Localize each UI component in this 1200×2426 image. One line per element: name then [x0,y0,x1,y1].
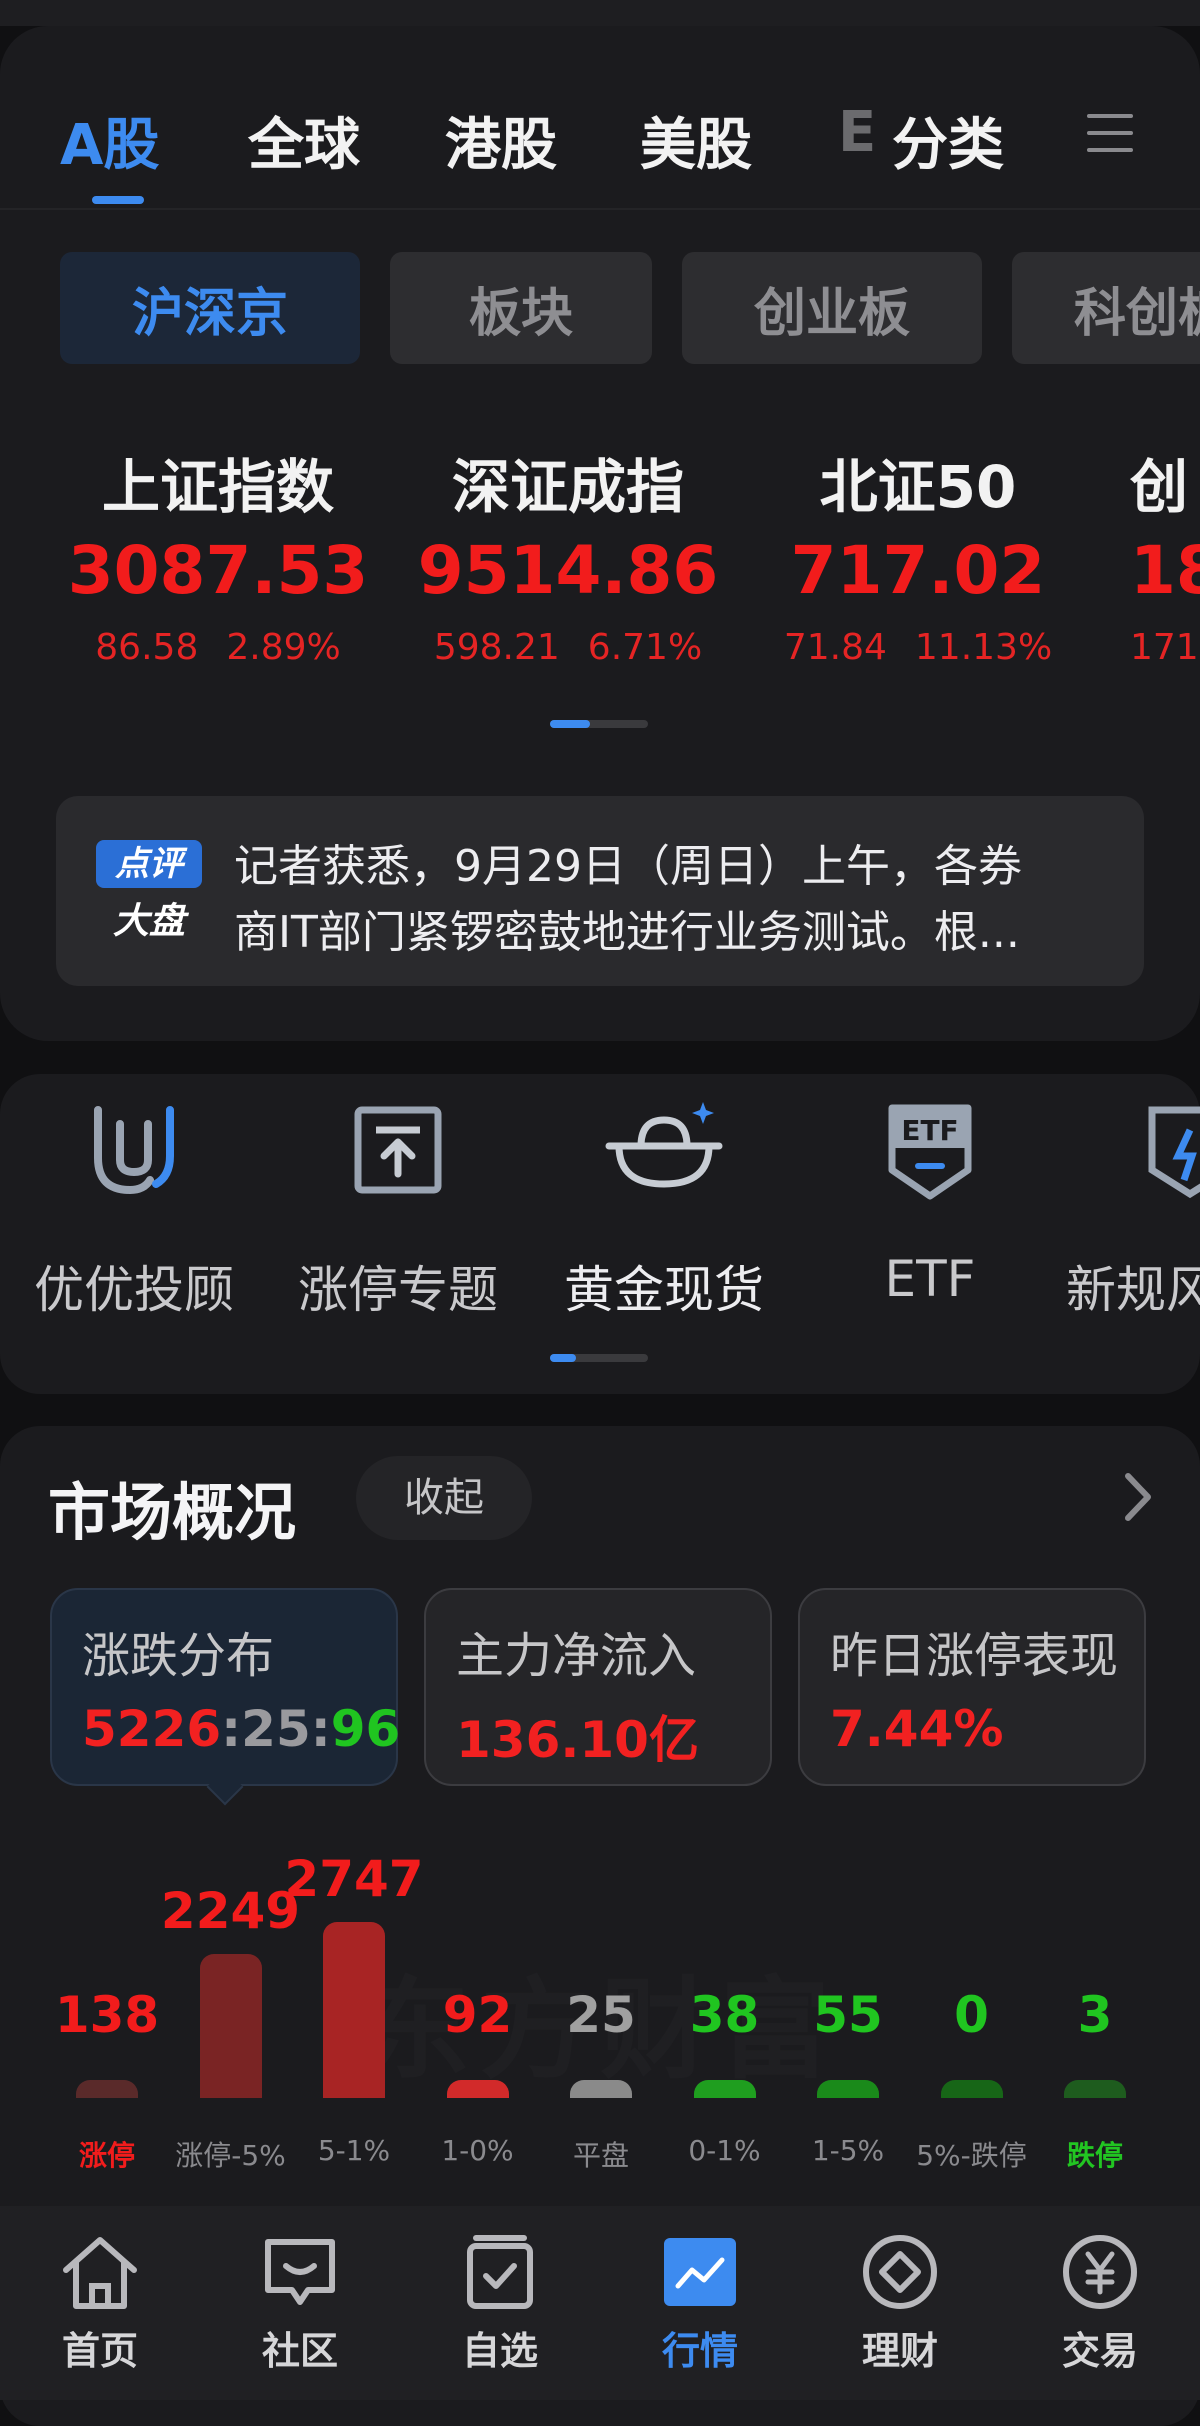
shortcut-label: 新规风 [1066,1261,1200,1319]
tab-global[interactable]: 全球 [248,100,360,181]
collapse-button[interactable]: 收起 [356,1456,532,1540]
home-icon [63,2237,137,2309]
chevron-right-icon[interactable] [1122,1472,1154,1526]
tab-us-shares[interactable]: 美股 [640,100,752,181]
index-name: 创 [1130,453,1189,521]
etf-icon: ETF [888,1104,972,1200]
watermark: 东方财富 [360,1966,840,2094]
index-value: 9514.86 [417,532,719,609]
badge-top: 点评 [96,840,202,888]
nav-market[interactable]: 行情 [600,2232,800,2375]
divider [0,208,1200,210]
market-icon [664,2238,736,2306]
limit-up-topic-icon [354,1106,442,1194]
community-icon [265,2239,335,2305]
nav-home[interactable]: 首页 [0,2232,200,2375]
index-shenzhen[interactable]: 深证成指 9514.86 598.21 6.71% [398,440,738,668]
nav-label: 自选 [461,2329,538,2373]
index-pct: 2.89% [226,627,341,668]
stat-card-title: 涨跌分布 [82,1628,275,1684]
news-line-1: 记者获悉，9月29日（周日）上午，各券 [234,841,1022,892]
tab-e[interactable]: E [838,100,874,165]
new-rules-icon [1148,1106,1200,1199]
index-name: 深证成指 [451,453,684,521]
index-change: 598.21 [433,627,560,668]
nav-label: 理财 [861,2329,938,2373]
stat-card-yesterday-limit-up[interactable]: 昨日涨停表现 7.44% [798,1588,1146,1786]
stat-card-title: 昨日涨停表现 [830,1628,1119,1684]
nav-label: 社区 [261,2329,338,2373]
svg-text:ETF: ETF [901,1114,958,1147]
shortcut-label: 优优投顾 [34,1261,234,1319]
shortcut-new-rules[interactable] [1140,1100,1200,1200]
gold-ingot-icon [605,1102,723,1188]
market-review-badge: 点评 大盘 [96,840,202,942]
stat-card-main-net-inflow[interactable]: 主力净流入 136.10亿 [424,1588,772,1786]
chip-chinext[interactable]: 创业板 [682,252,982,364]
flat-count: 25 [241,1700,311,1758]
down-count: 96 [330,1700,401,1758]
tab-active-indicator [92,196,144,204]
index-shanghai[interactable]: 上证指数 3087.53 86.58 2.89% [48,440,388,668]
index-change: 171. [1130,627,1200,668]
stat-card-title: 主力净流入 [456,1628,697,1684]
index-pct: 11.13% [914,627,1053,668]
nav-watchlist[interactable]: 自选 [400,2232,600,2375]
shortcut-label: ETF [884,1250,976,1308]
news-line-2: 商IT部门紧锣密鼓地进行业务测试。根... [234,907,1020,958]
index-chinext[interactable]: 创 18 171. [1130,440,1200,668]
menu-icon[interactable] [1087,108,1133,158]
index-value: 717.02 [790,532,1046,609]
tab-a-shares[interactable]: A股 [60,100,159,181]
market-overview-title: 市场概况 [48,1476,297,1549]
index-pct: 6.71% [587,627,703,668]
index-bse50[interactable]: 北证50 717.02 71.84 11.13% [748,440,1088,668]
chip-sectors[interactable]: 板块 [390,252,652,364]
tab-category[interactable]: 分类 [892,100,1004,181]
trade-icon [1063,2235,1137,2309]
shortcut-uu-advisor[interactable] [4,1100,264,1200]
up-count: 5226 [82,1700,222,1758]
watchlist-icon [467,2235,533,2309]
shortcut-etf[interactable]: ETF [800,1100,1060,1204]
stat-card-value: 136.10亿 [456,1711,699,1769]
index-change: 86.58 [95,627,199,668]
index-value: 18 [1130,532,1200,609]
nav-label: 首页 [61,2329,138,2373]
index-name: 北证50 [819,453,1017,521]
nav-label: 交易 [1061,2329,1138,2373]
index-name: 上证指数 [101,453,334,521]
stat-card-value: 7.44% [830,1700,1004,1758]
shortcut-label: 黄金现货 [564,1261,764,1319]
nav-wealth[interactable]: 理财 [800,2232,1000,2375]
index-page-indicator [550,720,648,728]
status-bar [0,0,1200,26]
index-change: 71.84 [783,627,887,668]
shortcut-page-indicator [550,1354,648,1362]
wealth-icon [863,2235,937,2309]
nav-trade[interactable]: 交易 [1000,2232,1200,2375]
index-value: 3087.53 [67,532,369,609]
chip-hu-shen-jing[interactable]: 沪深京 [60,252,360,364]
tab-hk-shares[interactable]: 港股 [445,100,557,181]
stat-card-distribution[interactable]: 涨跌分布 5226:25:96 [50,1588,401,1786]
badge-bottom: 大盘 [112,901,185,942]
nav-label: 行情 [661,2329,738,2373]
uu-advisor-icon [94,1106,174,1195]
shortcut-gold-spot[interactable] [534,1100,794,1204]
shortcut-label: 涨停专题 [298,1261,498,1319]
shortcut-limit-up-topic[interactable] [268,1100,528,1200]
chip-star-market[interactable]: 科创板 [1012,252,1200,364]
nav-community[interactable]: 社区 [200,2232,400,2375]
